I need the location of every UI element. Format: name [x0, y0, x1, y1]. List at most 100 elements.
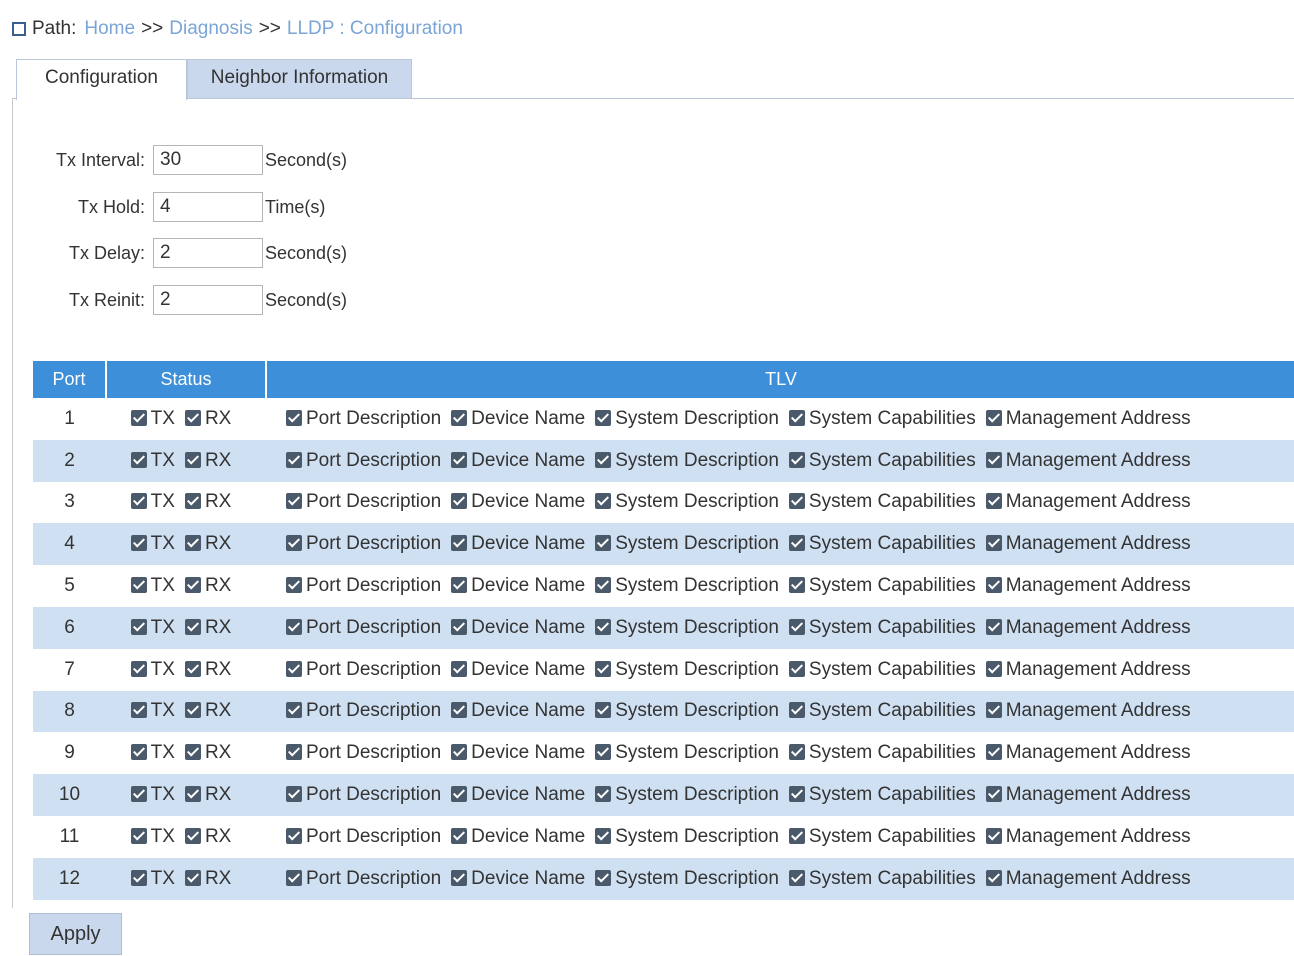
system-capabilities-checkbox[interactable]: System Capabilities — [788, 784, 976, 805]
device-name-checkbox[interactable]: Device Name — [451, 700, 585, 721]
device-name-label: Device Name — [471, 575, 586, 597]
system-description-checkbox[interactable]: System Description — [595, 533, 779, 554]
system-capabilities-checkbox[interactable]: System Capabilities — [788, 659, 976, 680]
system-description-checkbox[interactable]: System Description — [595, 617, 779, 638]
tx-checkbox[interactable]: TX — [130, 700, 175, 721]
system-description-checkbox[interactable]: System Description — [595, 659, 779, 680]
management-address-checkbox[interactable]: Management Address — [985, 826, 1191, 847]
device-name-checkbox[interactable]: Device Name — [451, 408, 585, 429]
tx-checkbox[interactable]: TX — [130, 742, 175, 763]
management-address-checkbox[interactable]: Management Address — [985, 491, 1191, 512]
device-name-checkbox[interactable]: Device Name — [451, 491, 585, 512]
tx-checkbox[interactable]: TX — [130, 784, 175, 805]
port-description-checkbox[interactable]: Port Description — [286, 742, 441, 763]
rx-checkbox[interactable]: RX — [184, 491, 231, 512]
system-description-checkbox[interactable]: System Description — [595, 784, 779, 805]
port-description-label: Port Description — [306, 407, 442, 429]
device-name-checkbox[interactable]: Device Name — [451, 659, 585, 680]
rx-checkbox[interactable]: RX — [184, 700, 231, 721]
tx-checkbox[interactable]: TX — [130, 826, 175, 847]
management-address-checkbox[interactable]: Management Address — [985, 408, 1191, 429]
breadcrumb-home[interactable]: Home — [84, 18, 135, 40]
checkbox-checked-icon — [595, 451, 612, 468]
port-description-checkbox[interactable]: Port Description — [286, 617, 441, 638]
system-description-checkbox[interactable]: System Description — [595, 742, 779, 763]
tx-delay-input[interactable] — [153, 238, 263, 268]
port-description-checkbox[interactable]: Port Description — [286, 868, 441, 889]
system-capabilities-checkbox[interactable]: System Capabilities — [788, 408, 976, 429]
management-address-checkbox[interactable]: Management Address — [985, 742, 1191, 763]
port-number: 7 — [33, 648, 106, 691]
rx-checkbox[interactable]: RX — [184, 533, 231, 554]
system-description-checkbox[interactable]: System Description — [595, 826, 779, 847]
system-capabilities-checkbox[interactable]: System Capabilities — [788, 491, 976, 512]
port-description-checkbox[interactable]: Port Description — [286, 659, 441, 680]
port-description-checkbox[interactable]: Port Description — [286, 826, 441, 847]
management-address-checkbox[interactable]: Management Address — [985, 617, 1191, 638]
device-name-checkbox[interactable]: Device Name — [451, 826, 585, 847]
system-description-checkbox[interactable]: System Description — [595, 408, 779, 429]
rx-checkbox[interactable]: RX — [184, 450, 231, 471]
tab-configuration[interactable]: Configuration — [16, 59, 187, 100]
system-capabilities-checkbox[interactable]: System Capabilities — [788, 742, 976, 763]
tx-checkbox[interactable]: TX — [130, 491, 175, 512]
management-address-checkbox[interactable]: Management Address — [985, 868, 1191, 889]
system-capabilities-checkbox[interactable]: System Capabilities — [788, 450, 976, 471]
breadcrumb-diagnosis[interactable]: Diagnosis — [169, 18, 252, 40]
port-description-checkbox[interactable]: Port Description — [286, 700, 441, 721]
system-capabilities-checkbox[interactable]: System Capabilities — [788, 700, 976, 721]
tx-checkbox[interactable]: TX — [130, 533, 175, 554]
port-description-checkbox[interactable]: Port Description — [286, 491, 441, 512]
management-address-checkbox[interactable]: Management Address — [985, 575, 1191, 596]
management-address-checkbox[interactable]: Management Address — [985, 700, 1191, 721]
tx-checkbox[interactable]: TX — [130, 408, 175, 429]
port-description-checkbox[interactable]: Port Description — [286, 408, 441, 429]
port-description-checkbox[interactable]: Port Description — [286, 784, 441, 805]
system-description-checkbox[interactable]: System Description — [595, 575, 779, 596]
device-name-checkbox[interactable]: Device Name — [451, 450, 585, 471]
rx-checkbox[interactable]: RX — [184, 742, 231, 763]
management-address-checkbox[interactable]: Management Address — [985, 450, 1191, 471]
device-name-label: Device Name — [471, 867, 586, 889]
device-name-checkbox[interactable]: Device Name — [451, 533, 585, 554]
rx-checkbox[interactable]: RX — [184, 826, 231, 847]
tx-checkbox[interactable]: TX — [130, 868, 175, 889]
tx-hold-input[interactable] — [153, 192, 263, 222]
system-capabilities-checkbox[interactable]: System Capabilities — [788, 533, 976, 554]
device-name-checkbox[interactable]: Device Name — [451, 742, 585, 763]
management-address-checkbox[interactable]: Management Address — [985, 659, 1191, 680]
device-name-checkbox[interactable]: Device Name — [451, 575, 585, 596]
rx-checkbox[interactable]: RX — [184, 617, 231, 638]
tx-checkbox[interactable]: TX — [130, 450, 175, 471]
rx-checkbox[interactable]: RX — [184, 575, 231, 596]
system-capabilities-checkbox[interactable]: System Capabilities — [788, 868, 976, 889]
system-description-checkbox[interactable]: System Description — [595, 868, 779, 889]
device-name-checkbox[interactable]: Device Name — [451, 868, 585, 889]
tab-neighbor-information[interactable]: Neighbor Information — [187, 59, 412, 99]
port-description-checkbox[interactable]: Port Description — [286, 533, 441, 554]
tx-reinit-input[interactable] — [153, 285, 263, 315]
tx-interval-input[interactable] — [153, 145, 263, 175]
tx-checkbox[interactable]: TX — [130, 659, 175, 680]
rx-checkbox[interactable]: RX — [184, 868, 231, 889]
rx-checkbox[interactable]: RX — [184, 784, 231, 805]
management-address-checkbox[interactable]: Management Address — [985, 784, 1191, 805]
device-name-checkbox[interactable]: Device Name — [451, 617, 585, 638]
rx-checkbox[interactable]: RX — [184, 408, 231, 429]
tx-checkbox[interactable]: TX — [130, 575, 175, 596]
port-number: 5 — [33, 565, 106, 607]
rx-checkbox[interactable]: RX — [184, 659, 231, 680]
management-address-checkbox[interactable]: Management Address — [985, 533, 1191, 554]
port-description-checkbox[interactable]: Port Description — [286, 450, 441, 471]
system-capabilities-checkbox[interactable]: System Capabilities — [788, 826, 976, 847]
system-capabilities-checkbox[interactable]: System Capabilities — [788, 575, 976, 596]
system-description-checkbox[interactable]: System Description — [595, 491, 779, 512]
breadcrumb-lldp-configuration[interactable]: LLDP : Configuration — [287, 18, 463, 40]
device-name-checkbox[interactable]: Device Name — [451, 784, 585, 805]
port-description-checkbox[interactable]: Port Description — [286, 575, 441, 596]
tx-checkbox[interactable]: TX — [130, 617, 175, 638]
system-description-checkbox[interactable]: System Description — [595, 450, 779, 471]
system-description-checkbox[interactable]: System Description — [595, 700, 779, 721]
system-capabilities-checkbox[interactable]: System Capabilities — [788, 617, 976, 638]
apply-button[interactable]: Apply — [29, 913, 122, 955]
